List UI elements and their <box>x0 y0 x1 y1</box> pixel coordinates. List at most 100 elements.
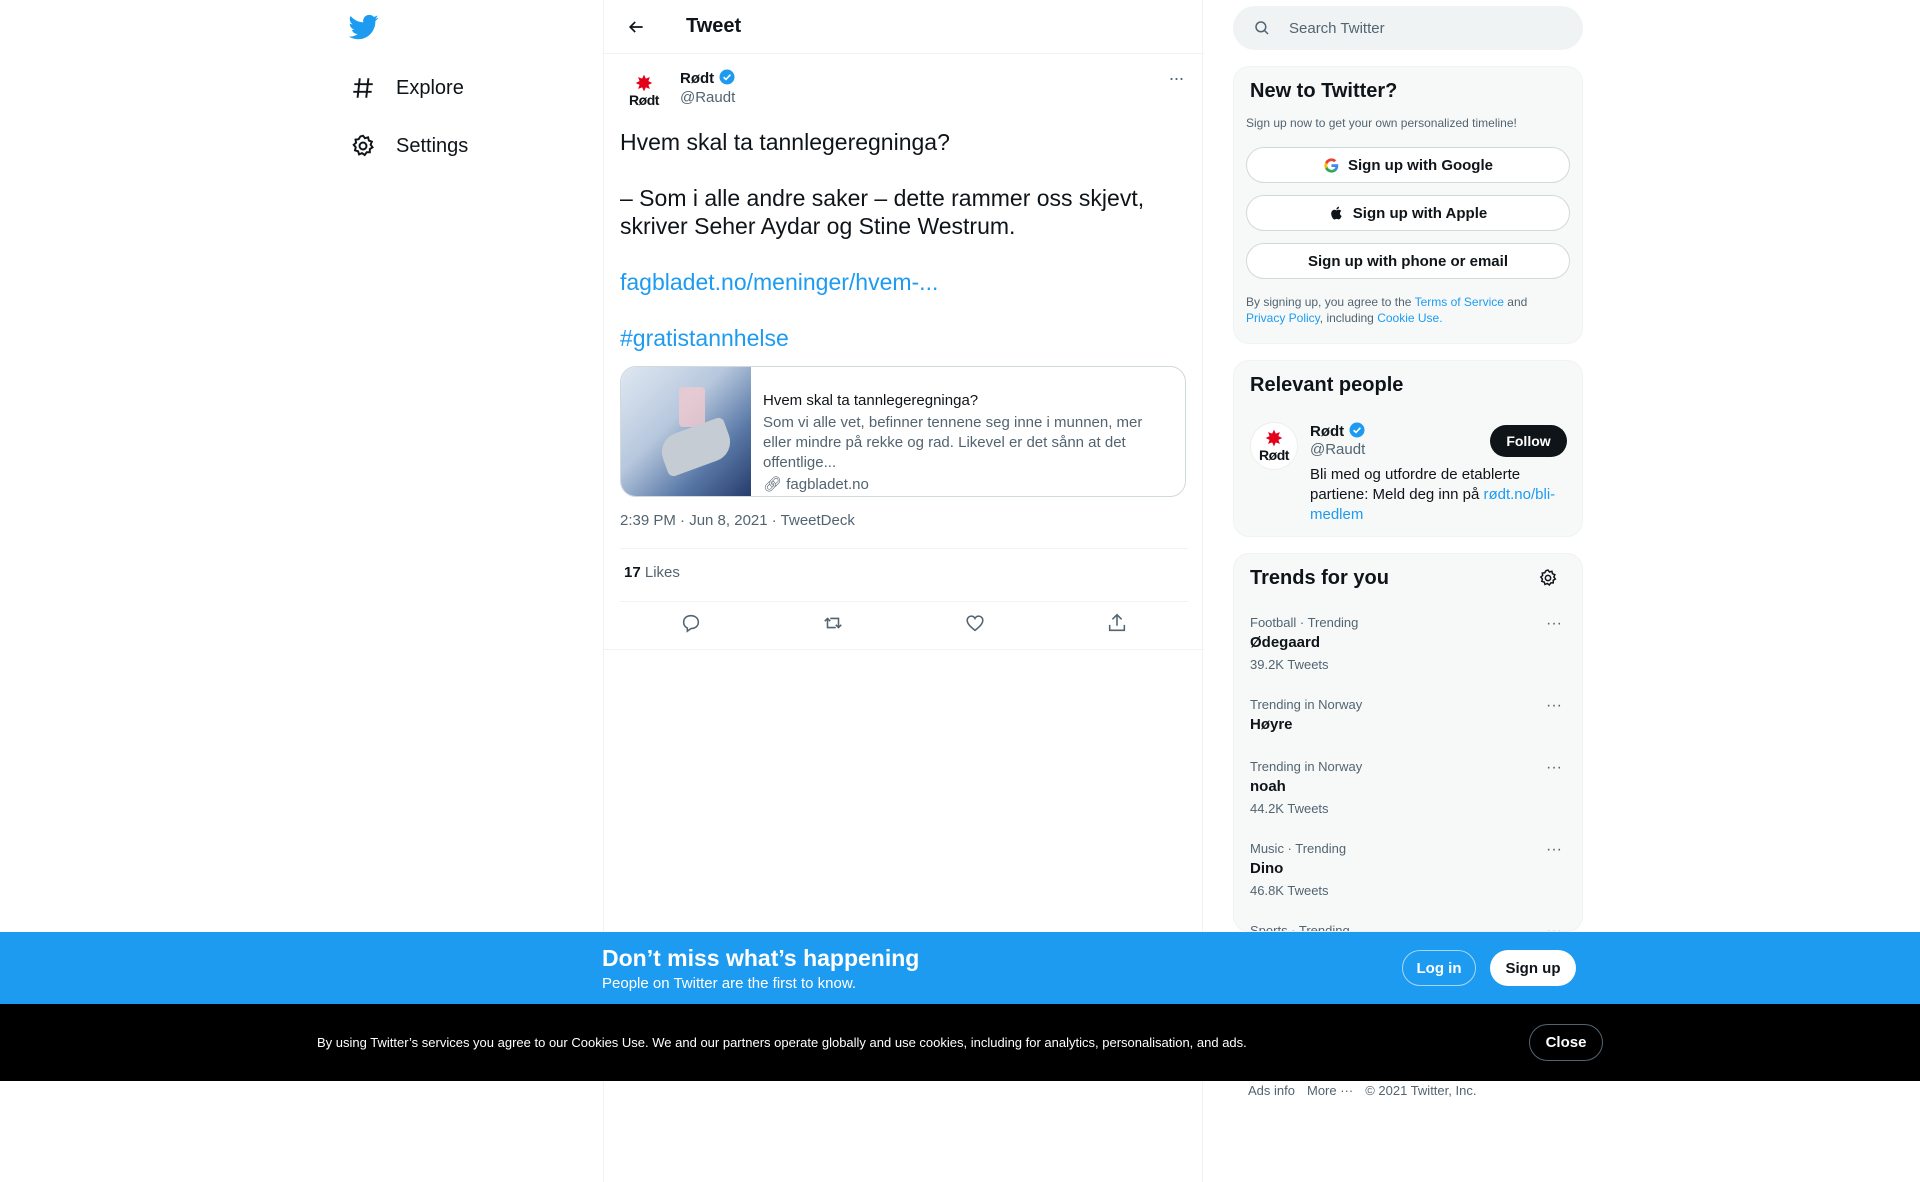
trend-item[interactable]: Trending in Norway noah 44.2K Tweets ··· <box>1250 759 1570 816</box>
cookie-link[interactable]: Cookie Use. <box>1377 311 1442 325</box>
footer-links: Ads info More ··· © 2021 Twitter, Inc. <box>1248 1083 1476 1098</box>
back-button[interactable] <box>618 9 654 45</box>
nav-settings[interactable]: Settings <box>350 124 468 168</box>
relevant-people-panel: Relevant people ✸ Rødt Rødt @Raudt Follo… <box>1233 360 1583 537</box>
follow-button[interactable]: Follow <box>1490 425 1567 457</box>
trend-item[interactable]: Trending in Norway Høyre ··· <box>1250 697 1570 733</box>
tweet-blank-line <box>620 240 1180 268</box>
person-avatar[interactable]: ✸ Rødt <box>1250 422 1298 470</box>
trend-category: Trending in Norway <box>1250 759 1363 774</box>
ads-info-link[interactable]: Ads info <box>1248 1083 1295 1098</box>
cookie-text: By using Twitter’s services you agree to… <box>317 1035 1247 1050</box>
likes-count[interactable]: 17 Likes <box>624 564 680 581</box>
trend-category: Trending in Norway <box>1250 697 1363 712</box>
person-bio: Bli med og utfordre de etablerte partien… <box>1310 465 1570 525</box>
more-options-icon[interactable]: ··· <box>1546 615 1570 639</box>
trend-name: Ødegaard <box>1250 634 1321 651</box>
arrow-left-icon <box>628 20 643 33</box>
signup-apple-button[interactable]: Sign up with Apple <box>1246 195 1570 231</box>
trends-title: Trends for you <box>1250 567 1389 589</box>
avatar-brand: Rødt <box>629 92 659 108</box>
tweet-blank-line <box>620 296 1180 324</box>
signup-google-label: Sign up with Google <box>1348 156 1493 174</box>
signup-banner: Don’t miss what’s happening People on Tw… <box>0 932 1920 1004</box>
tweet-avatar[interactable]: ✸ Rødt <box>620 67 668 115</box>
card-image <box>621 367 751 496</box>
trend-category: Music · Trending <box>1250 841 1347 856</box>
trend-name: Dino <box>1250 860 1284 877</box>
tweet-link[interactable]: fagbladet.no/meninger/hvem-... <box>620 269 938 295</box>
signup-panel-subtitle: Sign up now to get your own personalized… <box>1246 116 1517 130</box>
trend-item[interactable]: Sports · Trending ··· <box>1250 923 1570 932</box>
terms-link[interactable]: Terms of Service <box>1415 295 1504 309</box>
trend-item[interactable]: Music · Trending Dino 46.8K Tweets ··· <box>1250 841 1570 898</box>
tweet-text: Hvem skal ta tannlegeregninga? – Som i a… <box>620 128 1180 352</box>
nav-explore[interactable]: Explore <box>350 66 464 110</box>
cookie-bar: By using Twitter’s services you agree to… <box>0 1004 1920 1081</box>
nav-explore-label: Explore <box>396 76 464 99</box>
trends-settings-icon[interactable] <box>1538 568 1562 592</box>
relevant-people-title: Relevant people <box>1250 374 1404 396</box>
reply-icon[interactable] <box>680 612 702 639</box>
twitter-logo-icon[interactable] <box>348 12 385 48</box>
like-icon[interactable] <box>964 612 986 639</box>
more-options-icon[interactable]: ··· <box>1164 68 1188 90</box>
copyright: © 2021 Twitter, Inc. <box>1365 1083 1477 1098</box>
legal-text: By signing up, you agree to the <box>1246 295 1412 309</box>
gear-icon <box>352 134 374 157</box>
card-title: Hvem skal ta tannlegeregninga? <box>763 392 979 409</box>
card-domain: fagbladet.no <box>786 476 869 493</box>
privacy-link[interactable]: Privacy Policy <box>1246 311 1320 325</box>
cookie-close-button[interactable]: Close <box>1529 1024 1603 1061</box>
signup-phone-label: Sign up with phone or email <box>1307 252 1508 270</box>
divider <box>620 601 1188 602</box>
divider <box>604 649 1204 650</box>
legal-text: , including <box>1319 311 1374 325</box>
tweet-line: skriver Seher Aydar og Stine Westrum. <box>620 213 1016 239</box>
more-link[interactable]: More ··· <box>1307 1083 1353 1098</box>
tweet-actions <box>620 607 1188 643</box>
avatar-brand: Rødt <box>1259 447 1289 463</box>
page-title: Tweet <box>686 15 742 37</box>
tweet-author[interactable]: Rødt <box>680 68 736 87</box>
signup-legal: By signing up, you agree to the Terms of… <box>1246 294 1572 326</box>
share-icon[interactable] <box>1106 612 1128 639</box>
gear-icon <box>1539 569 1557 586</box>
tweet-hashtag[interactable]: #gratistannhelse <box>620 325 789 351</box>
tweet-timestamp[interactable]: 2:39 PM · Jun 8, 2021 · TweetDeck <box>620 512 855 529</box>
link-card[interactable]: Hvem skal ta tannlegeregninga? Som vi al… <box>620 366 1186 497</box>
trend-count: 46.8K Tweets <box>1250 883 1329 898</box>
hashtag-icon <box>353 78 373 98</box>
trend-item[interactable]: Football · Trending Ødegaard 39.2K Tweet… <box>1250 615 1570 672</box>
banner-subtitle: People on Twitter are the first to know. <box>602 975 857 992</box>
trend-category: Football · Trending <box>1250 615 1359 630</box>
login-button[interactable]: Log in <box>1402 950 1476 986</box>
signup-button[interactable]: Sign up <box>1490 950 1576 986</box>
apple-icon <box>1330 206 1342 220</box>
author-handle[interactable]: @Raudt <box>680 89 735 106</box>
signup-google-button[interactable]: Sign up with Google <box>1246 147 1570 183</box>
retweet-icon[interactable] <box>822 612 844 639</box>
person-name-row[interactable]: Rødt <box>1310 421 1366 440</box>
more-options-icon[interactable]: ··· <box>1546 841 1570 865</box>
link-icon: 🔗︎ <box>763 476 783 493</box>
signup-phone-button[interactable]: Sign up with phone or email <box>1246 243 1570 279</box>
trend-count: 44.2K Tweets <box>1250 801 1329 816</box>
trend-category: Sports · Trending <box>1250 923 1350 932</box>
star-icon: ✸ <box>634 71 654 96</box>
tweet-line: Hvem skal ta tannlegeregninga? <box>620 129 950 155</box>
trend-count: 39.2K Tweets <box>1250 657 1329 672</box>
search-icon <box>1255 21 1269 35</box>
more-options-icon[interactable]: ··· <box>1546 759 1570 783</box>
search-input[interactable] <box>1289 19 1549 37</box>
more-options-icon[interactable]: ··· <box>1546 697 1570 721</box>
signup-panel-title: New to Twitter? <box>1250 80 1398 102</box>
google-icon <box>1324 157 1339 173</box>
search-bar[interactable] <box>1233 6 1583 50</box>
trend-name: Høyre <box>1250 716 1293 733</box>
tweet-line: – Som i alle andre saker – dette rammer … <box>620 185 1145 211</box>
tweet-blank-line <box>620 156 1180 184</box>
more-options-icon[interactable]: ··· <box>1546 923 1570 931</box>
person-handle[interactable]: @Raudt <box>1310 441 1365 458</box>
signup-apple-label: Sign up with Apple <box>1352 204 1488 222</box>
